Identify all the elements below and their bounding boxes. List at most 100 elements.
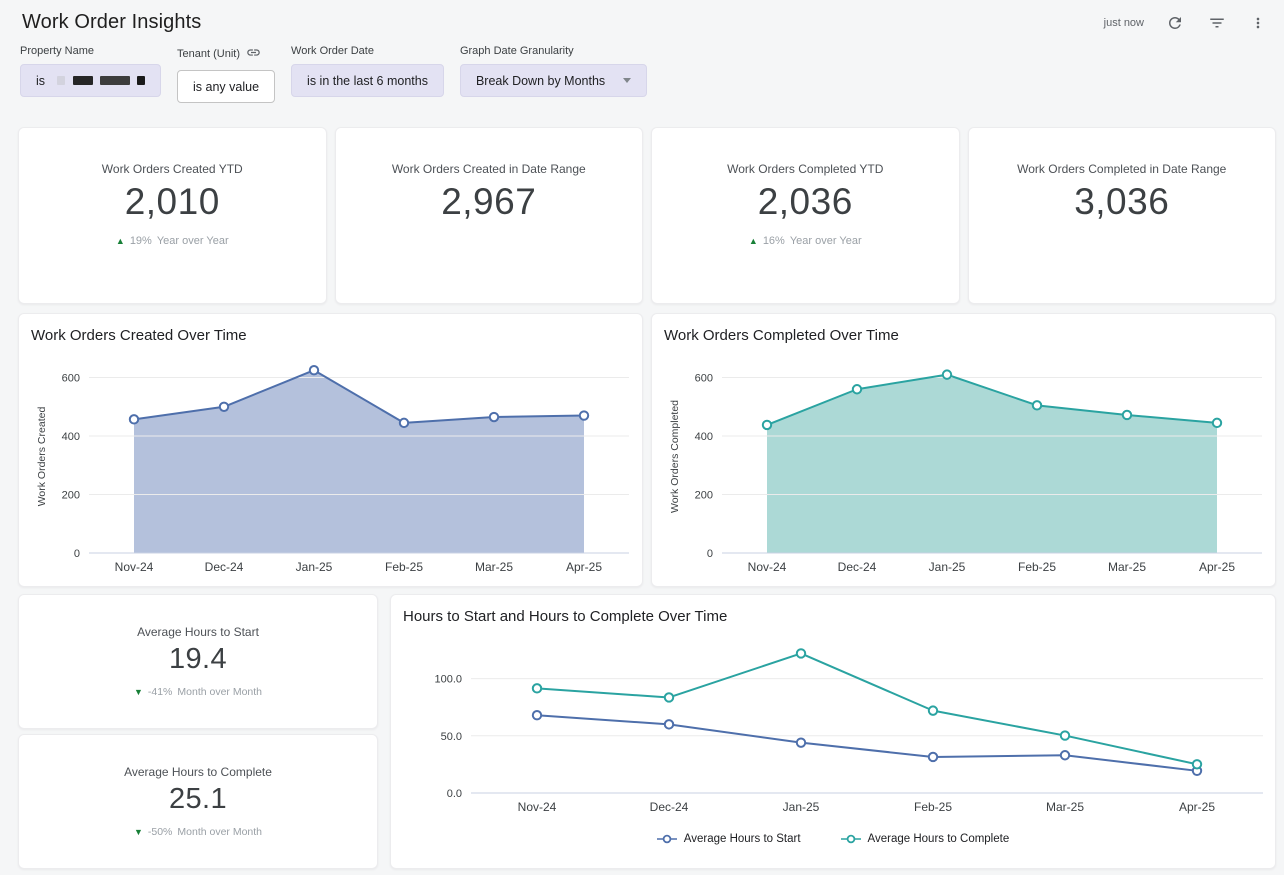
- kpi-title: Average Hours to Complete: [124, 765, 272, 779]
- graph-date-granularity-dropdown[interactable]: Break Down by Months: [460, 64, 647, 97]
- svg-text:Nov-24: Nov-24: [518, 800, 557, 814]
- svg-text:Nov-24: Nov-24: [115, 560, 154, 574]
- svg-text:600: 600: [62, 373, 80, 385]
- filter-label: Graph Date Granularity: [460, 45, 574, 57]
- chevron-down-icon: [623, 78, 631, 83]
- kpi-change: ▲ 19% Year over Year: [116, 235, 229, 247]
- svg-text:Jan-25: Jan-25: [929, 560, 966, 574]
- kpi-row: Work Orders Created YTD 2,010 ▲ 19% Year…: [18, 127, 1276, 304]
- redacted-text-block: [53, 74, 145, 88]
- kpi-change: ▼ -50% Month over Month: [134, 826, 262, 838]
- work-orders-completed-chart-card: Work Orders Completed Over Time 0 200 400 6…: [651, 313, 1276, 587]
- work-orders-completed-chart[interactable]: 0 200 400 600 Nov-24 Dec-24 Jan-25 Feb-25 Mar-25…: [652, 346, 1275, 582]
- svg-text:Work Orders Created: Work Orders Created: [36, 407, 48, 507]
- filter-label: Property Name: [20, 45, 94, 57]
- kpi-value: 2,036: [758, 181, 853, 223]
- filter-value: is in the last 6 months: [307, 74, 428, 88]
- svg-text:Feb-25: Feb-25: [914, 800, 952, 814]
- dashboard-more-button[interactable]: [1248, 13, 1268, 33]
- svg-text:0: 0: [74, 548, 80, 560]
- kpi-value: 2,967: [441, 181, 536, 223]
- filter-label: Tenant (Unit): [177, 48, 240, 60]
- kpi-value: 2,010: [125, 181, 220, 223]
- svg-text:50.0: 50.0: [441, 731, 462, 743]
- svg-text:200: 200: [62, 490, 80, 502]
- series-marker-icon: [841, 834, 861, 844]
- svg-text:Mar-25: Mar-25: [475, 560, 513, 574]
- svg-text:0: 0: [707, 548, 713, 560]
- dashboard-header: Work Order Insights just now: [0, 0, 1284, 41]
- filter-value: is any value: [193, 80, 259, 94]
- kpi-value: 19.4: [169, 643, 227, 676]
- work-order-date-filter-chip[interactable]: is in the last 6 months: [291, 64, 444, 97]
- hours-chart-card: Hours to Start and Hours to Complete Ove…: [390, 594, 1276, 869]
- svg-text:Feb-25: Feb-25: [1018, 560, 1056, 574]
- svg-text:Apr-25: Apr-25: [566, 560, 602, 574]
- last-refreshed-label: just now: [1104, 17, 1144, 29]
- charts-row: Work Orders Created Over Time 0 200 400 600…: [18, 313, 1276, 587]
- chart-title: Work Orders Completed Over Time: [664, 327, 1275, 344]
- arrow-down-icon: ▼: [134, 828, 143, 837]
- kpi-change: ▲ 16% Year over Year: [749, 235, 862, 247]
- chart-title: Work Orders Created Over Time: [31, 327, 642, 344]
- dashboard-filters-button[interactable]: [1206, 12, 1228, 34]
- series-marker-icon: [657, 834, 677, 844]
- arrow-down-icon: ▼: [134, 688, 143, 697]
- filter-graph-date-granularity: Graph Date Granularity Break Down by Mon…: [460, 45, 647, 97]
- more-vert-icon: [1250, 15, 1266, 31]
- kpi-average-hours-to-start: Average Hours to Start 19.4 ▼ -41% Month…: [18, 594, 378, 729]
- kpi-title: Work Orders Created YTD: [102, 162, 243, 176]
- kpi-change: ▼ -41% Month over Month: [134, 686, 262, 698]
- hours-over-time-chart[interactable]: 0.0 50.0 100.0 Nov-24 Dec-24 Jan-25 Feb-25 Mar-…: [391, 627, 1275, 825]
- legend-item-average-hours-to-complete[interactable]: Average Hours to Complete: [841, 833, 1010, 845]
- svg-text:Apr-25: Apr-25: [1179, 800, 1215, 814]
- svg-text:0.0: 0.0: [447, 788, 462, 800]
- svg-text:200: 200: [695, 490, 713, 502]
- refresh-icon: [1166, 14, 1184, 32]
- filter-operator: is: [36, 74, 45, 88]
- filter-label: Work Order Date: [291, 45, 374, 57]
- svg-text:Mar-25: Mar-25: [1108, 560, 1146, 574]
- filter-property-name: Property Name is: [20, 45, 161, 97]
- legend-label: Average Hours to Complete: [868, 833, 1010, 845]
- kpi-work-orders-created-ytd: Work Orders Created YTD 2,010 ▲ 19% Year…: [18, 127, 327, 304]
- svg-text:Apr-25: Apr-25: [1199, 560, 1235, 574]
- work-orders-created-chart[interactable]: 0200400600Nov-24Dec-24Jan-25Feb-25Mar-25…: [19, 346, 642, 582]
- svg-text:400: 400: [62, 431, 80, 443]
- tenant-unit-filter-chip[interactable]: is any value: [177, 70, 275, 103]
- kpi-title: Work Orders Completed in Date Range: [1017, 162, 1226, 176]
- legend-label: Average Hours to Start: [684, 833, 801, 845]
- svg-text:Jan-25: Jan-25: [296, 560, 333, 574]
- kpi-work-orders-created-in-range: Work Orders Created in Date Range 2,967: [335, 127, 644, 304]
- filter-list-icon: [1208, 14, 1226, 32]
- svg-text:100.0: 100.0: [434, 674, 462, 686]
- kpi-title: Average Hours to Start: [137, 625, 259, 639]
- link-icon: [246, 45, 261, 63]
- refresh-button[interactable]: [1164, 12, 1186, 34]
- kpi-average-hours-to-complete: Average Hours to Complete 25.1 ▼ -50% Mo…: [18, 734, 378, 869]
- filter-value: Break Down by Months: [476, 74, 605, 88]
- kpi-work-orders-completed-in-range: Work Orders Completed in Date Range 3,03…: [968, 127, 1277, 304]
- svg-text:Dec-24: Dec-24: [650, 800, 689, 814]
- arrow-up-icon: ▲: [749, 237, 758, 246]
- work-orders-created-chart-card: Work Orders Created Over Time 0 200 400 600…: [18, 313, 643, 587]
- chart-title: Hours to Start and Hours to Complete Ove…: [403, 608, 1275, 625]
- bottom-row: Average Hours to Start 19.4 ▼ -41% Month…: [18, 594, 1276, 869]
- kpi-title: Work Orders Created in Date Range: [392, 162, 586, 176]
- page-title: Work Order Insights: [22, 11, 201, 34]
- filter-work-order-date: Work Order Date is in the last 6 months: [291, 45, 444, 97]
- svg-text:Dec-24: Dec-24: [838, 560, 877, 574]
- legend-item-average-hours-to-start[interactable]: Average Hours to Start: [657, 833, 801, 845]
- svg-text:Jan-25: Jan-25: [783, 800, 820, 814]
- filter-bar: Property Name is Tenant (Unit) is any va…: [20, 45, 1268, 103]
- svg-text:Nov-24: Nov-24: [748, 560, 787, 574]
- svg-text:400: 400: [695, 431, 713, 443]
- property-name-filter-chip[interactable]: is: [20, 64, 161, 97]
- svg-text:600: 600: [695, 373, 713, 385]
- kpi-value: 25.1: [169, 783, 227, 816]
- filter-tenant-unit: Tenant (Unit) is any value: [177, 45, 275, 103]
- svg-text:Dec-24: Dec-24: [205, 560, 244, 574]
- svg-text:Work Orders Completed: Work Orders Completed: [669, 400, 681, 513]
- chart-legend: Average Hours to Start Average Hours to …: [391, 833, 1275, 845]
- svg-text:Mar-25: Mar-25: [1046, 800, 1084, 814]
